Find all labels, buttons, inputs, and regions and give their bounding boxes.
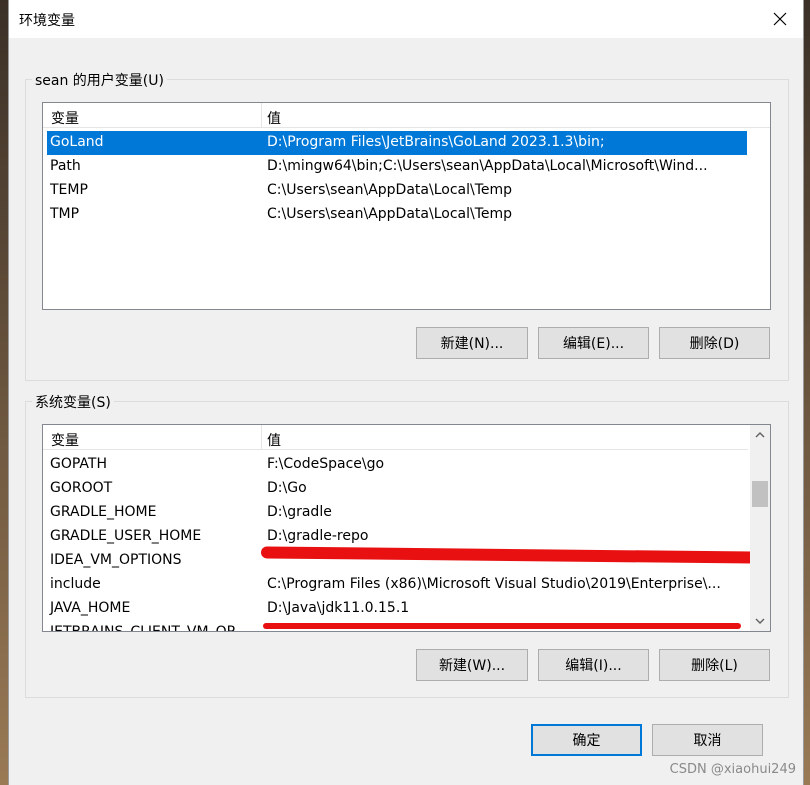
table-row[interactable]: GoLand D:\Program Files\JetBrains\GoLand …	[47, 131, 747, 155]
table-row[interactable]: Path D:\mingw64\bin;C:\Users\sean\AppData…	[47, 155, 747, 179]
column-header-value[interactable]: 值	[267, 430, 281, 450]
table-row[interactable]: GOROOT D:\Go	[47, 477, 747, 501]
table-row[interactable]: include C:\Program Files (x86)\Microsoft …	[47, 573, 747, 597]
system-variables-group: 系统变量(S) 变量 值 GOPATH F:\CodeSpace\go GOROOT…	[25, 392, 789, 698]
cancel-button[interactable]: 取消	[652, 724, 763, 756]
user-edit-button[interactable]: 编辑(E)...	[538, 327, 649, 359]
column-header-value[interactable]: 值	[267, 108, 281, 128]
redaction-mark	[263, 623, 741, 629]
window-title: 环境变量	[19, 13, 75, 29]
chevron-up-icon	[755, 432, 765, 438]
chevron-down-icon	[755, 618, 765, 624]
table-row[interactable]: GOPATH F:\CodeSpace\go	[47, 453, 747, 477]
variable-value: D:\gradle	[267, 504, 332, 520]
list-header: 变量 值	[43, 103, 770, 128]
variable-name: TMP	[50, 206, 80, 222]
variable-value: D:\Go	[267, 480, 307, 496]
variable-value: D:\gradle-repo	[267, 528, 369, 544]
system-new-button[interactable]: 新建(W)...	[416, 649, 528, 681]
variable-value: C:\Program Files (x86)\Microsoft Visual …	[267, 576, 721, 592]
variable-name: GOPATH	[50, 456, 107, 472]
column-header-variable[interactable]: 变量	[51, 108, 79, 128]
ok-button[interactable]: 确定	[531, 724, 642, 756]
user-variables-group: sean 的用户变量(U) 变量 值 GoLand D:\Program File…	[25, 70, 789, 381]
title-bar: 环境变量	[9, 0, 803, 38]
user-variables-list[interactable]: 变量 值 GoLand D:\Program Files\JetBrains\Go…	[42, 102, 771, 310]
user-delete-button[interactable]: 删除(D)	[659, 327, 770, 359]
variable-name: GOROOT	[50, 480, 113, 496]
scroll-down-arrow[interactable]	[750, 611, 770, 631]
variable-name: JAVA_HOME	[50, 600, 131, 616]
watermark: CSDN @xiaohui249	[669, 762, 796, 777]
environment-variables-dialog: 环境变量 sean 的用户变量(U) 变量 值 GoLand D:\Program…	[8, 0, 804, 785]
variable-name: GoLand	[50, 134, 104, 150]
system-variables-label: 系统变量(S)	[32, 392, 114, 412]
variable-value: C:\Users\sean\AppData\Local\Temp	[267, 182, 513, 198]
table-row[interactable]: GRADLE_USER_HOME D:\gradle-repo	[47, 525, 747, 549]
vertical-scrollbar[interactable]	[750, 425, 770, 631]
scroll-up-arrow[interactable]	[750, 425, 770, 445]
user-new-button[interactable]: 新建(N)...	[416, 327, 528, 359]
system-delete-button[interactable]: 删除(L)	[659, 649, 770, 681]
variable-value: D:\Program Files\JetBrains\GoLand 2023.1…	[267, 134, 605, 150]
table-row[interactable]: JAVA_HOME D:\Java\jdk11.0.15.1	[47, 597, 747, 621]
list-header: 变量 值	[43, 425, 748, 450]
user-variables-label: sean 的用户变量(U)	[32, 70, 167, 90]
variable-name: IDEA_VM_OPTIONS	[50, 552, 182, 568]
variable-name: TEMP	[50, 182, 88, 198]
variable-value: C:\Users\sean\AppData\Local\Temp	[267, 206, 513, 222]
column-header-variable[interactable]: 变量	[51, 430, 79, 450]
scroll-thumb[interactable]	[752, 481, 768, 507]
table-row[interactable]: TEMP C:\Users\sean\AppData\Local\Temp	[47, 179, 747, 203]
variable-name: GRADLE_USER_HOME	[50, 528, 202, 544]
table-row[interactable]: TMP C:\Users\sean\AppData\Local\Temp	[47, 203, 747, 227]
variable-name: GRADLE_HOME	[50, 504, 157, 520]
close-button[interactable]	[757, 0, 803, 38]
variable-value: D:\Java\jdk11.0.15.1	[267, 600, 410, 616]
close-icon	[773, 12, 787, 26]
variable-name: JETBRAINS_CLIENT_VM_OP	[50, 624, 236, 632]
variable-value: F:\CodeSpace\go	[267, 456, 385, 472]
system-variables-list[interactable]: 变量 值 GOPATH F:\CodeSpace\go GOROOT D:\Go GRA…	[42, 424, 771, 632]
system-edit-button[interactable]: 编辑(I)...	[538, 649, 649, 681]
variable-value: D:\mingw64\bin;C:\Users\sean\AppData\Loc…	[267, 158, 708, 174]
variable-name: include	[50, 576, 101, 592]
variable-name: Path	[50, 158, 81, 174]
table-row[interactable]: GRADLE_HOME D:\gradle	[47, 501, 747, 525]
